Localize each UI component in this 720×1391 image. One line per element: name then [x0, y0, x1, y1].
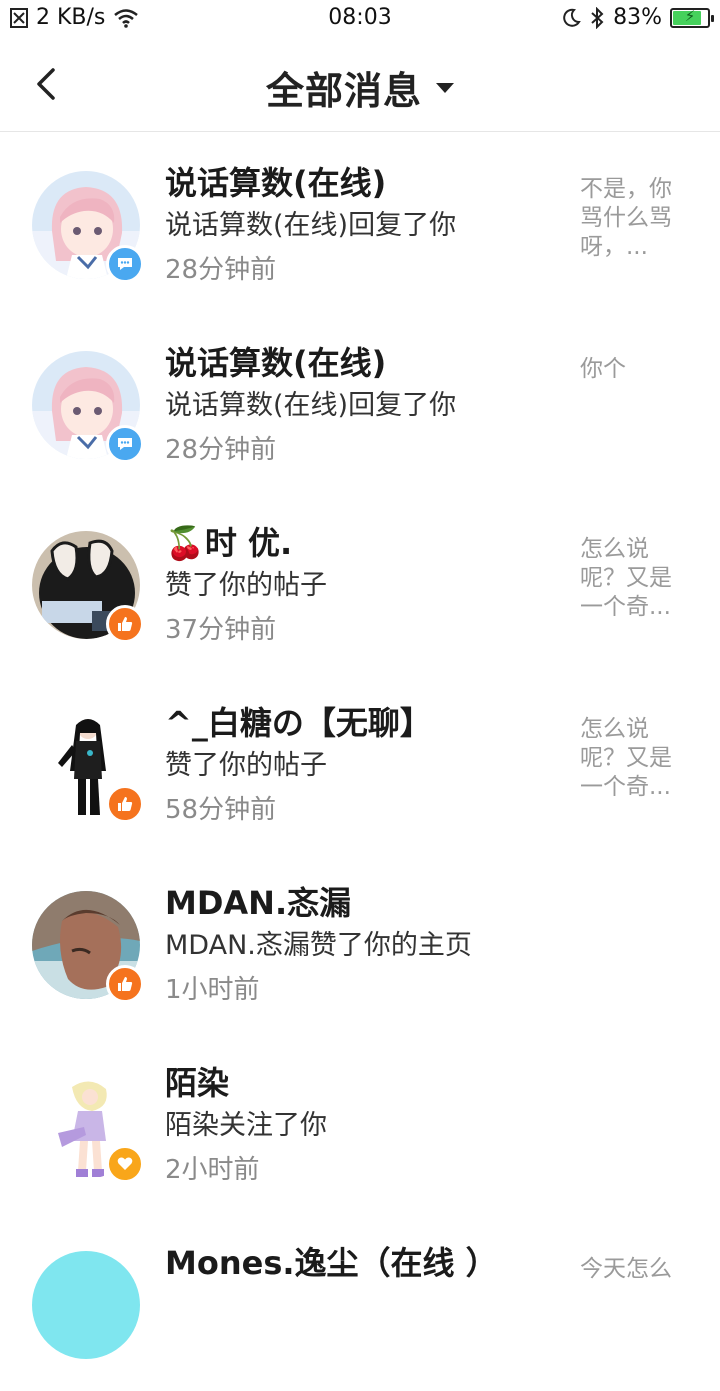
message-preview: 怎么说呢？又是一个奇... — [580, 716, 672, 800]
message-preview: 不是，你骂什么骂呀，... — [580, 176, 672, 260]
heart-icon — [106, 1145, 144, 1183]
message-texts: 说话算数(在线) 说话算数(在线)回复了你 28分钟前 — [165, 161, 565, 293]
message-preview: 你个 — [580, 356, 626, 382]
sender-name-text: MDAN.忞漏 — [165, 884, 352, 922]
message-texts: MDAN.忞漏 MDAN.忞漏赞了你的主页 1小时前 — [165, 881, 565, 1013]
message-texts: 说话算数(在线) 说话算数(在线)回复了你 28分钟前 — [165, 341, 565, 473]
thumbs-up-icon — [106, 785, 144, 823]
status-right: 83% ⚡ — [561, 5, 714, 30]
message-item[interactable]: Mones.逸尘（在线 ）今天怎么 — [0, 1211, 720, 1391]
message-time: 2小时前 — [165, 1155, 260, 1185]
message-texts: ^_白糖の【无聊】赞了你的帖子 58分钟前 — [165, 701, 565, 833]
message-item[interactable]: ^_白糖の【无聊】赞了你的帖子 58分钟前 怎么说呢？又是一个奇... — [0, 671, 720, 851]
message-time: 1小时前 — [165, 975, 260, 1005]
message-time: 58分钟前 — [165, 795, 277, 825]
message-item[interactable]: 🍒时 优. 赞了你的帖子 37分钟前 怎么说呢？又是一个奇... — [0, 491, 720, 671]
header: 全部消息 — [0, 38, 720, 132]
message-item[interactable]: 说话算数(在线) 说话算数(在线)回复了你 28分钟前 不是，你骂什么骂呀，... — [0, 131, 720, 311]
sender-name[interactable]: 说话算数(在线) — [165, 341, 565, 385]
sender-name-text: 说话算数(在线) — [165, 164, 387, 202]
message-action: 说话算数(在线)回复了你 — [165, 390, 457, 421]
sender-name[interactable]: ^_白糖の【无聊】 — [165, 701, 565, 745]
message-time: 37分钟前 — [165, 615, 277, 645]
message-action: MDAN.忞漏赞了你的主页 — [165, 930, 472, 961]
message-texts: 🍒时 优. 赞了你的帖子 37分钟前 — [165, 521, 565, 653]
message-action: 陌染关注了你 — [165, 1110, 327, 1141]
sender-name[interactable]: 陌染 — [165, 1061, 565, 1105]
sender-name-text: 陌染 — [165, 1064, 230, 1102]
caret-down-icon — [436, 82, 454, 93]
message-item[interactable]: 陌染陌染关注了你 2小时前 — [0, 1031, 720, 1211]
thumbs-up-icon — [106, 605, 144, 643]
battery-percent: 83% — [613, 5, 662, 30]
sender-name-text: 说话算数(在线) — [165, 344, 387, 382]
message-item[interactable]: MDAN.忞漏 MDAN.忞漏赞了你的主页 1小时前 — [0, 851, 720, 1031]
title-dropdown[interactable]: 全部消息 — [0, 60, 720, 115]
comment-icon — [106, 245, 144, 283]
sender-name[interactable]: 🍒时 优. — [165, 521, 565, 565]
cherry-emoji-icon: 🍒 — [165, 524, 205, 562]
moon-icon — [563, 8, 581, 27]
message-time: 28分钟前 — [165, 255, 277, 285]
page-title: 全部消息 — [265, 69, 422, 113]
bluetooth-icon — [591, 6, 604, 29]
sender-name[interactable]: MDAN.忞漏 — [165, 881, 565, 925]
message-list: 说话算数(在线) 说话算数(在线)回复了你 28分钟前 不是，你骂什么骂呀，... 说话… — [0, 131, 720, 1391]
message-action: 赞了你的帖子 — [165, 750, 327, 781]
message-action: 说话算数(在线)回复了你 — [165, 210, 457, 241]
message-item[interactable]: 说话算数(在线) 说话算数(在线)回复了你 28分钟前 你个 — [0, 311, 720, 491]
message-time: 28分钟前 — [165, 435, 277, 465]
status-bar: 2 KB/s 08:03 83% ⚡ — [0, 0, 720, 38]
charging-bolt-icon: ⚡ — [684, 6, 696, 25]
sender-name[interactable]: 说话算数(在线) — [165, 161, 565, 205]
sender-name[interactable]: Mones.逸尘（在线 ） — [165, 1241, 565, 1285]
sender-name-text: Mones.逸尘（在线 ） — [165, 1244, 498, 1282]
avatar[interactable] — [32, 1251, 140, 1359]
sender-name-text: ^_白糖の【无聊】 — [165, 704, 432, 742]
message-texts: Mones.逸尘（在线 ） — [165, 1241, 565, 1285]
thumbs-up-icon — [106, 965, 144, 1003]
comment-icon — [106, 425, 144, 463]
message-texts: 陌染陌染关注了你 2小时前 — [165, 1061, 565, 1193]
message-action: 赞了你的帖子 — [165, 570, 327, 601]
battery-icon: ⚡ — [670, 6, 714, 28]
sender-name-text: 时 优. — [204, 524, 293, 562]
message-preview: 怎么说呢？又是一个奇... — [580, 536, 672, 620]
